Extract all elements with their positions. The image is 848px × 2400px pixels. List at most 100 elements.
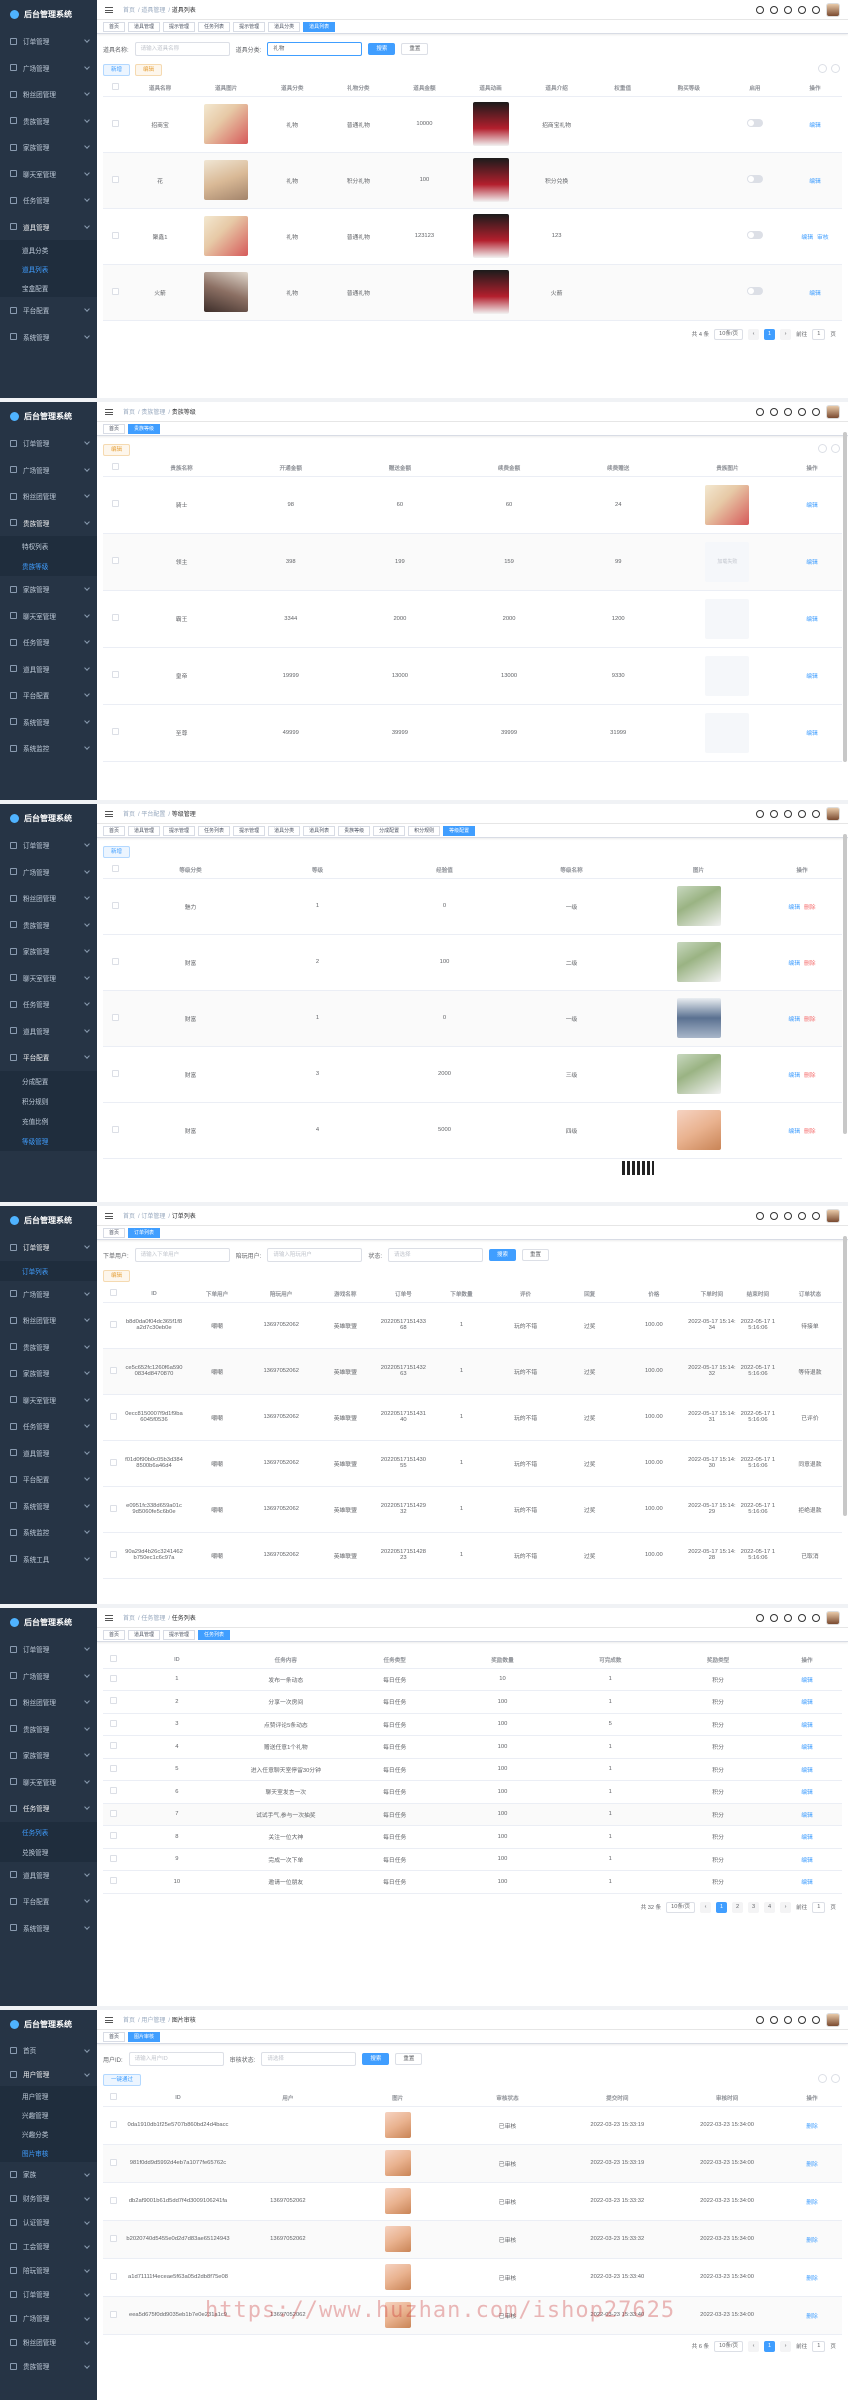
enable-switch[interactable]	[746, 287, 763, 295]
edit-link[interactable]: 删除	[806, 2124, 818, 2130]
delete-link[interactable]: 删除	[804, 1073, 816, 1079]
github-icon[interactable]	[770, 6, 778, 14]
tab-home[interactable]: 首页	[103, 423, 126, 434]
scrollbar[interactable]	[843, 432, 847, 762]
hamburger-icon[interactable]	[105, 810, 113, 817]
prev-page-button[interactable]: ‹	[748, 328, 760, 340]
batch-audit-button[interactable]: 一键通过	[103, 2074, 142, 2086]
search-icon[interactable]	[756, 1614, 764, 1622]
fullscreen-icon[interactable]	[798, 1614, 806, 1622]
sidebar-item[interactable]: 系统监控	[0, 1519, 97, 1546]
select-all-checkbox[interactable]	[109, 1289, 117, 1297]
row-checkbox[interactable]	[109, 1504, 117, 1512]
fullscreen-icon[interactable]	[798, 2016, 806, 2024]
goto-input[interactable]: 1	[812, 2340, 826, 2352]
row-checkbox[interactable]	[109, 1742, 117, 1750]
edit-link[interactable]: 编辑	[809, 179, 821, 185]
sidebar-item[interactable]: 聊天室管理	[0, 603, 97, 630]
tab-image-audit[interactable]: 图片审核	[128, 2031, 161, 2042]
add-button[interactable]: 新增	[103, 64, 131, 76]
row-checkbox[interactable]	[109, 2196, 117, 2204]
page-button-4[interactable]: 4	[764, 1901, 776, 1913]
avatar[interactable]	[826, 405, 840, 419]
page-button-1[interactable]: 1	[716, 1901, 728, 1913]
sidebar-item[interactable]: 系统管理	[0, 709, 97, 736]
tab-home[interactable]: 首页	[103, 1629, 126, 1640]
row-checkbox[interactable]	[109, 2120, 117, 2128]
row-checkbox[interactable]	[109, 2310, 117, 2318]
crumb-home[interactable]: 首页	[123, 812, 135, 818]
page-size-select[interactable]: 10条/页	[714, 2340, 744, 2352]
search-icon[interactable]	[756, 408, 764, 416]
tab-tip-mgmt-2[interactable]: 提示管理	[233, 21, 266, 32]
edit-link[interactable]: 删除	[806, 2200, 818, 2206]
sidebar-item[interactable]: 订单管理	[0, 1636, 97, 1663]
sidebar-item[interactable]: 用户管理	[0, 2062, 97, 2086]
tab-item[interactable]: 提示管理	[163, 825, 196, 836]
row-checkbox[interactable]	[111, 287, 119, 295]
sidebar-item[interactable]: 贵族管理	[0, 912, 97, 939]
crumb-home[interactable]: 首页	[123, 8, 135, 14]
edit-link[interactable]: 编辑	[801, 1858, 813, 1864]
sidebar-item[interactable]: 任务列表	[0, 1821, 97, 1842]
row-checkbox[interactable]	[111, 119, 119, 127]
tab-item[interactable]: 积分规则	[408, 825, 441, 836]
sidebar-item[interactable]: 道具管理	[0, 656, 97, 683]
help-icon[interactable]	[784, 1212, 792, 1220]
help-icon[interactable]	[784, 810, 792, 818]
tab-item[interactable]: 首页	[103, 825, 126, 836]
select-all-checkbox[interactable]	[109, 1655, 117, 1663]
delete-link[interactable]: 删除	[804, 961, 816, 967]
sidebar-item[interactable]: 贵族管理	[0, 1716, 97, 1743]
tab-item[interactable]: 等级配置	[443, 825, 476, 836]
crumb-home[interactable]: 首页	[123, 2018, 135, 2024]
sidebar-item[interactable]: 订单管理	[0, 430, 97, 457]
avatar[interactable]	[826, 1611, 840, 1625]
hamburger-icon[interactable]	[105, 1614, 113, 1621]
sidebar-item[interactable]: 认证管理	[0, 2210, 97, 2234]
edit-link[interactable]: 编辑	[788, 1017, 800, 1023]
select-all-checkbox[interactable]	[111, 83, 119, 91]
reset-button[interactable]: 重置	[522, 1249, 550, 1261]
fullscreen-icon[interactable]	[798, 408, 806, 416]
search-button[interactable]: 搜索	[489, 1249, 517, 1261]
help-icon[interactable]	[784, 408, 792, 416]
sidebar-item[interactable]: 系统管理	[0, 1493, 97, 1520]
crumb-home[interactable]: 首页	[123, 410, 135, 416]
hamburger-icon[interactable]	[105, 1212, 113, 1219]
sidebar-item[interactable]: 订单管理	[0, 1234, 97, 1261]
sidebar-item[interactable]: 订单管理	[0, 2282, 97, 2306]
tab-item[interactable]: 道具管理	[128, 825, 161, 836]
delete-link[interactable]: 删除	[804, 1129, 816, 1135]
row-checkbox[interactable]	[109, 2272, 117, 2280]
fullscreen-icon[interactable]	[798, 6, 806, 14]
sidebar-item[interactable]: 图片审核	[0, 2143, 97, 2162]
row-checkbox[interactable]	[109, 1320, 117, 1328]
help-icon[interactable]	[784, 2016, 792, 2024]
next-page-button[interactable]: ›	[780, 1901, 792, 1913]
sidebar-item[interactable]: 任务管理	[0, 629, 97, 656]
edit-link[interactable]: 编辑	[801, 1745, 813, 1751]
reset-button[interactable]: 重置	[401, 43, 429, 55]
row-checkbox[interactable]	[109, 1809, 117, 1817]
sidebar-item[interactable]: 平台配置	[0, 1044, 97, 1071]
edit-link[interactable]: 编辑	[801, 1880, 813, 1886]
sidebar-item[interactable]: 兴趣管理	[0, 2105, 97, 2124]
tab-item[interactable]: 道具列表	[303, 825, 336, 836]
sidebar-item[interactable]: 兴趣分类	[0, 2124, 97, 2143]
tab-tip-mgmt[interactable]: 提示管理	[163, 1629, 196, 1640]
edit-link[interactable]: 编辑	[801, 1723, 813, 1729]
tab-prop-mgmt[interactable]: 道具管理	[128, 1629, 161, 1640]
sidebar-item[interactable]: 平台配置	[0, 1888, 97, 1915]
sidebar-item[interactable]: 广场管理	[0, 55, 97, 82]
sidebar-item[interactable]: 广场管理	[0, 1281, 97, 1308]
hamburger-icon[interactable]	[105, 6, 113, 13]
scrollbar[interactable]	[843, 834, 847, 1134]
avatar[interactable]	[826, 3, 840, 17]
sidebar-item[interactable]: 等级管理	[0, 1130, 97, 1151]
tab-item[interactable]: 任务列表	[198, 825, 231, 836]
sidebar-item[interactable]: 聊天室管理	[0, 1769, 97, 1796]
edit-link[interactable]: 编辑	[806, 503, 818, 509]
edit-button[interactable]: 编辑	[103, 444, 131, 456]
font-size-icon[interactable]	[812, 6, 820, 14]
